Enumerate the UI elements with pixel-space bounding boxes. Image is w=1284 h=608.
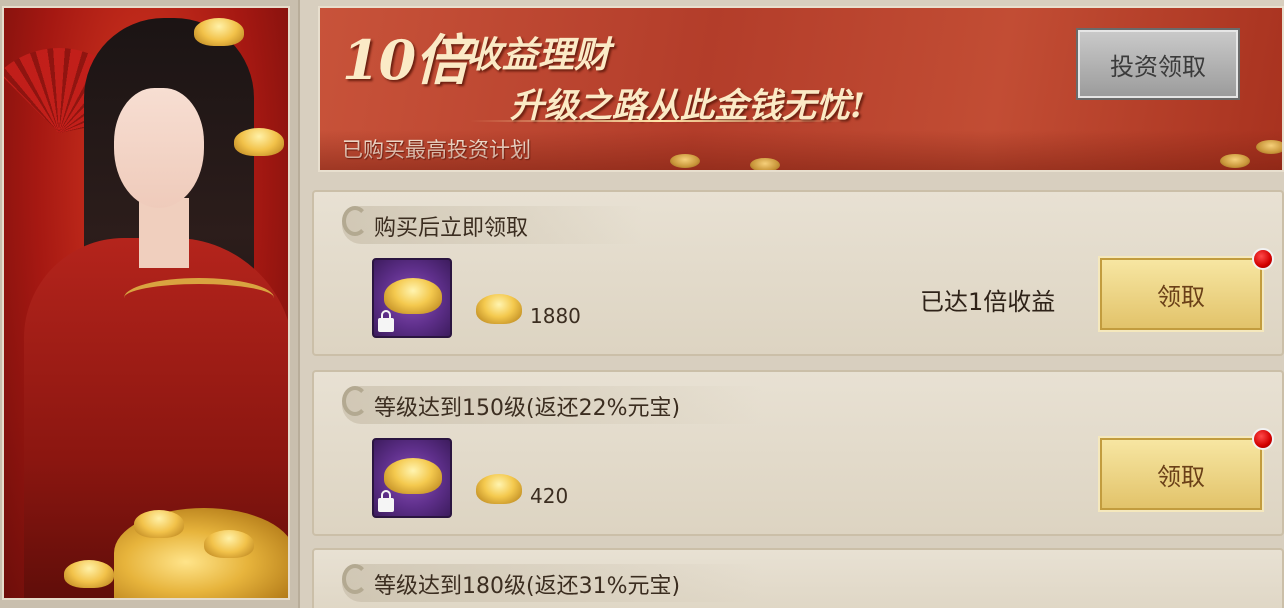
coin-icon: [670, 154, 700, 168]
reward-item-slot[interactable]: [372, 258, 452, 338]
coin-icon: [1256, 140, 1282, 154]
character-portrait-image: [2, 6, 290, 600]
gold-ingot-icon: [476, 474, 522, 504]
investment-banner: 10倍 收益理财 升级之路从此金钱无忧! 已购买最高投资计划 投资领取: [318, 6, 1284, 172]
gold-ingot-icon: [134, 510, 184, 538]
investment-panel: 10倍 收益理财 升级之路从此金钱无忧! 已购买最高投资计划 投资领取 购买后立…: [310, 0, 1284, 608]
reward-card: 等级达到150级(返还22%元宝) 420 领取: [312, 370, 1284, 536]
reward-item-slot[interactable]: [372, 438, 452, 518]
coin-icon: [1220, 154, 1250, 168]
gold-ingot-icon: [476, 294, 522, 324]
coin-icon: [750, 158, 780, 170]
gold-ingot-icon: [194, 18, 244, 46]
red-dot-icon: [1252, 428, 1274, 450]
character-face: [114, 88, 204, 208]
reward-card: 购买后立即领取 1880 已达1倍收益 领取: [312, 190, 1284, 356]
swirl-icon: [342, 564, 368, 594]
lock-icon: [378, 490, 394, 512]
reward-title: 等级达到150级(返还22%元宝): [374, 396, 681, 421]
dress-gold-trim: [124, 278, 274, 318]
earned-status: 已达1倍收益: [920, 288, 1056, 316]
claim-button[interactable]: 领取: [1098, 256, 1264, 332]
gold-ingot-icon: [384, 278, 442, 314]
swirl-icon: [342, 386, 368, 416]
lock-icon: [378, 310, 394, 332]
gold-ingot-icon: [64, 560, 114, 588]
reward-amount: 420: [530, 484, 569, 508]
swirl-icon: [342, 206, 368, 236]
reward-amount: 1880: [530, 304, 581, 328]
reward-title: 购买后立即领取: [374, 216, 529, 241]
gold-ingot-icon: [204, 530, 254, 558]
gold-ingot-icon: [234, 128, 284, 156]
invest-claim-button[interactable]: 投资领取: [1076, 28, 1240, 100]
gold-ingot-icon: [384, 458, 442, 494]
banner-multiplier: 10倍: [342, 28, 469, 92]
banner-status: 已购买最高投资计划: [342, 138, 531, 162]
character-neck: [139, 198, 189, 268]
banner-title: 收益理财: [466, 34, 611, 76]
reward-card: 等级达到180级(返还31%元宝): [312, 548, 1284, 608]
red-dot-icon: [1252, 248, 1274, 270]
character-portrait-panel: [0, 0, 300, 608]
reward-title: 等级达到180级(返还31%元宝): [374, 574, 681, 599]
claim-button[interactable]: 领取: [1098, 436, 1264, 512]
banner-divider: [470, 120, 850, 122]
